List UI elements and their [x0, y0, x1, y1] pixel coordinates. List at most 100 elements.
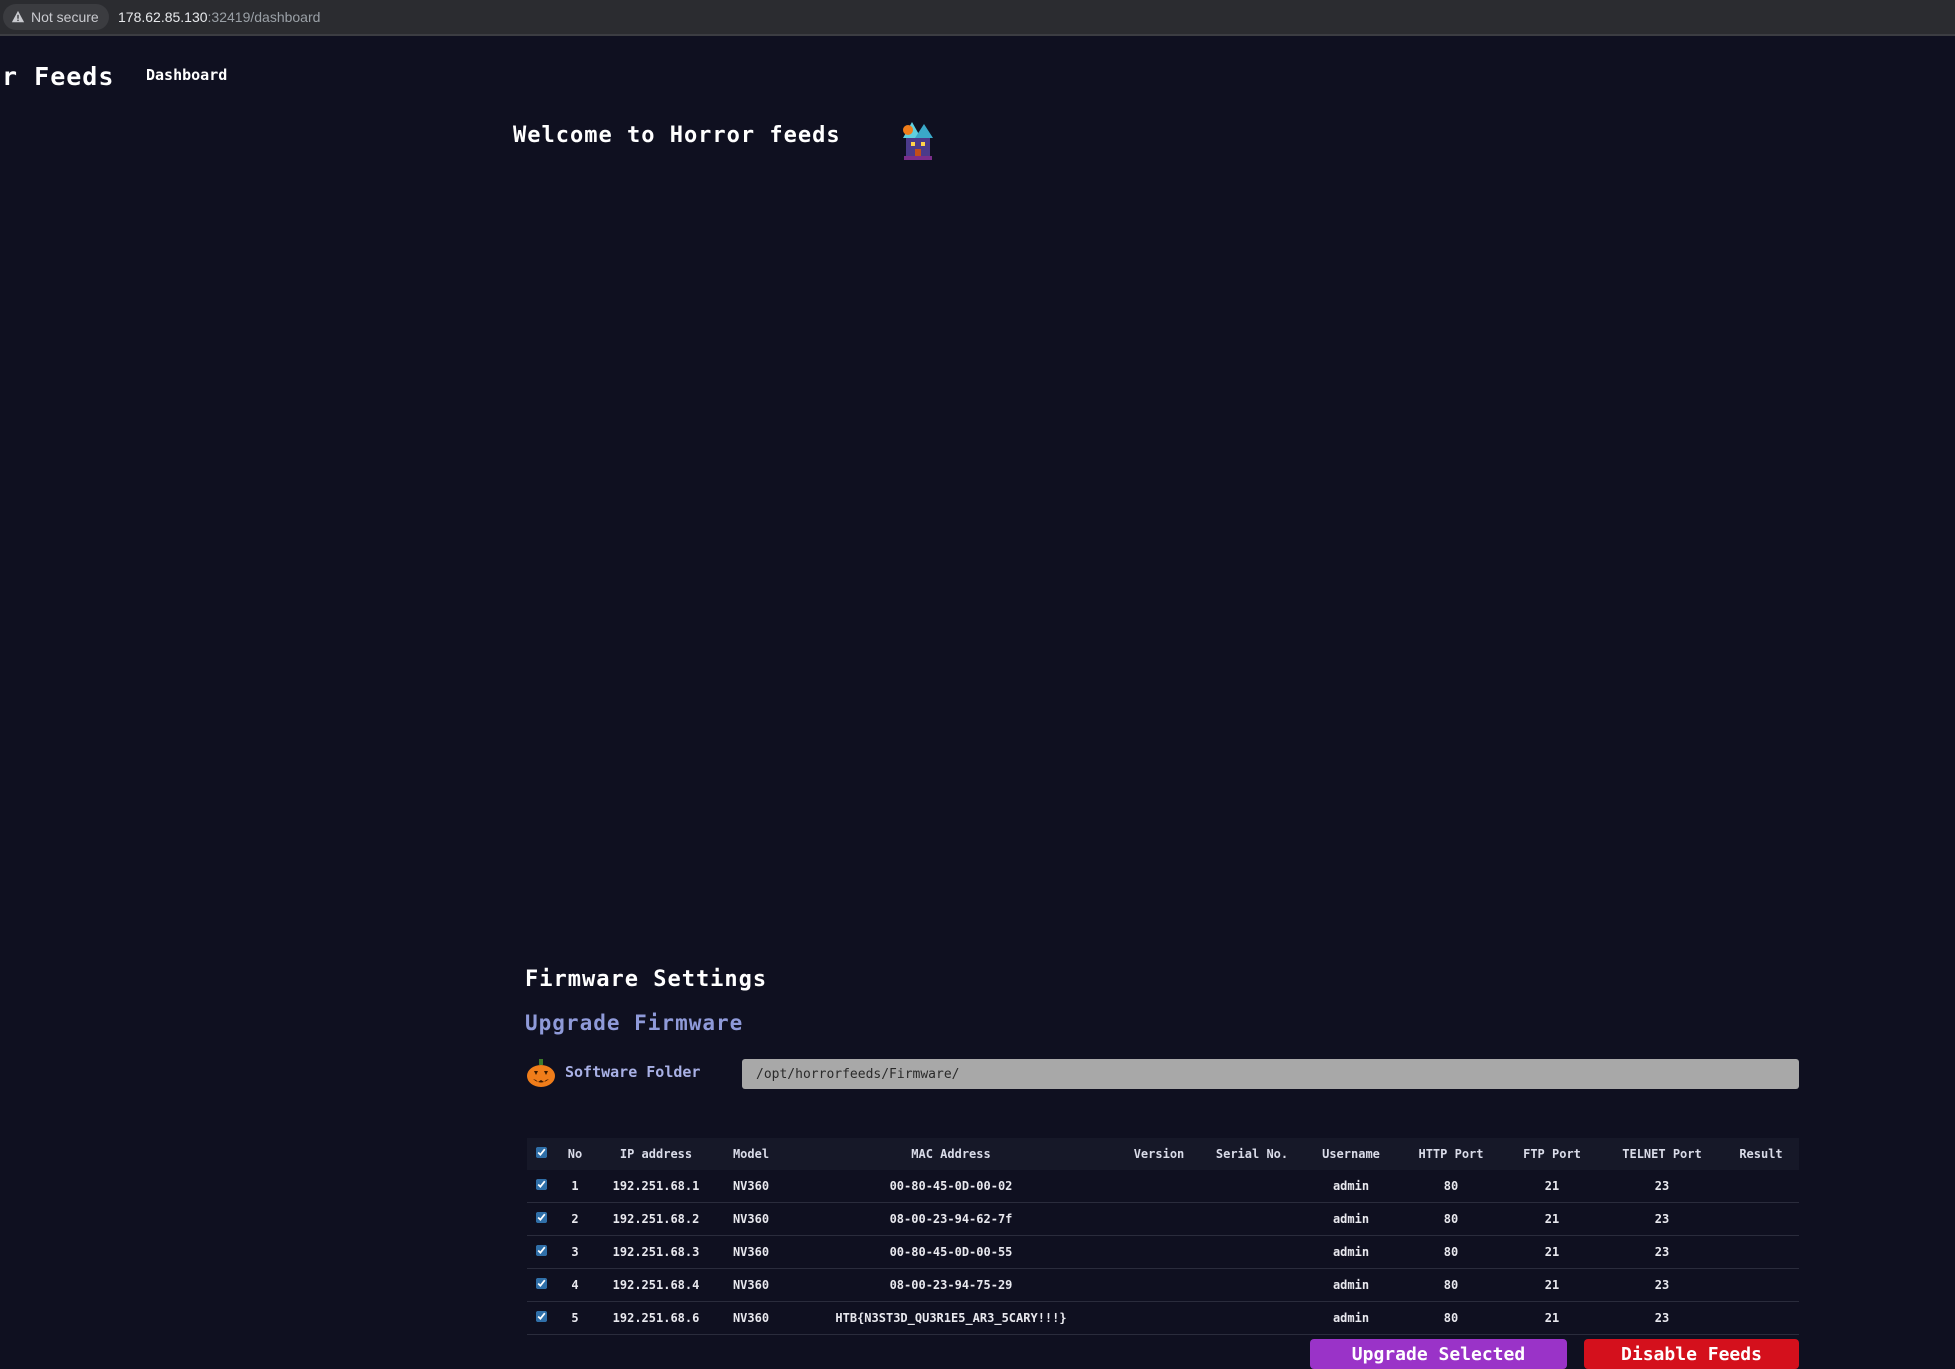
- cell-serial: [1201, 1268, 1303, 1302]
- row-select-cell: [527, 1268, 555, 1302]
- cell-ip: 192.251.68.1: [595, 1170, 717, 1203]
- cell-ftp-port: 21: [1503, 1268, 1601, 1302]
- header-username: Username: [1303, 1138, 1399, 1170]
- cell-username: admin: [1303, 1202, 1399, 1236]
- url-field[interactable]: 178.62.85.130:32419/dashboard: [118, 9, 320, 25]
- cell-serial: [1201, 1235, 1303, 1269]
- row-checkbox[interactable]: [535, 1245, 547, 1256]
- cell-telnet-port: 23: [1601, 1301, 1723, 1335]
- cell-mac: 08-00-23-94-75-29: [785, 1268, 1117, 1302]
- cell-model: NV360: [717, 1235, 785, 1269]
- cell-ip: 192.251.68.6: [595, 1301, 717, 1335]
- cell-model: NV360: [717, 1268, 785, 1302]
- cell-result: [1723, 1301, 1799, 1335]
- cell-result: [1723, 1268, 1799, 1302]
- disable-feeds-button[interactable]: Disable Feeds: [1584, 1339, 1799, 1369]
- row-checkbox[interactable]: [535, 1278, 547, 1289]
- table-row: 5 192.251.68.6 NV360 HTB{N3ST3D_QU3R1E5_…: [527, 1301, 1799, 1335]
- url-path: :32419/dashboard: [207, 9, 321, 25]
- cell-result: [1723, 1170, 1799, 1203]
- cell-model: NV360: [717, 1202, 785, 1236]
- nav-dashboard-link[interactable]: Dashboard: [146, 66, 227, 84]
- select-all-cell: [527, 1138, 555, 1170]
- row-checkbox[interactable]: [535, 1212, 547, 1223]
- url-host: 178.62.85.130: [118, 9, 208, 25]
- cell-ip: 192.251.68.3: [595, 1235, 717, 1269]
- cell-telnet-port: 23: [1601, 1235, 1723, 1269]
- cell-mac: HTB{N3ST3D_QU3R1E5_AR3_5CARY!!!}: [785, 1301, 1117, 1335]
- row-select-cell: [527, 1202, 555, 1236]
- pumpkin-icon: [527, 1059, 555, 1087]
- site-brand[interactable]: or Feeds: [0, 62, 114, 91]
- table-row: 4 192.251.68.4 NV360 08-00-23-94-75-29 a…: [527, 1268, 1799, 1302]
- cell-http-port: 80: [1399, 1301, 1503, 1335]
- cell-ftp-port: 21: [1503, 1170, 1601, 1203]
- cell-version: [1117, 1170, 1201, 1203]
- welcome-heading: Welcome to Horror feeds: [513, 123, 841, 148]
- haunted-house-icon: [903, 122, 933, 160]
- header-version: Version: [1117, 1138, 1201, 1170]
- cell-telnet-port: 23: [1601, 1202, 1723, 1236]
- cell-model: NV360: [717, 1170, 785, 1203]
- row-checkbox[interactable]: [535, 1179, 547, 1190]
- cell-username: admin: [1303, 1301, 1399, 1335]
- cell-version: [1117, 1301, 1201, 1335]
- cell-version: [1117, 1202, 1201, 1236]
- cell-ip: 192.251.68.4: [595, 1268, 717, 1302]
- upgrade-selected-button[interactable]: Upgrade Selected: [1310, 1339, 1567, 1369]
- cell-mac: 00-80-45-0D-00-55: [785, 1235, 1117, 1269]
- cell-result: [1723, 1235, 1799, 1269]
- cell-http-port: 80: [1399, 1170, 1503, 1203]
- cell-username: admin: [1303, 1170, 1399, 1203]
- cell-http-port: 80: [1399, 1235, 1503, 1269]
- cell-mac: 08-00-23-94-62-7f: [785, 1202, 1117, 1236]
- cell-ftp-port: 21: [1503, 1202, 1601, 1236]
- cell-version: [1117, 1268, 1201, 1302]
- header-http-port: HTTP Port: [1399, 1138, 1503, 1170]
- header-telnet-port: TELNET Port: [1601, 1138, 1723, 1170]
- cell-telnet-port: 23: [1601, 1268, 1723, 1302]
- cell-result: [1723, 1202, 1799, 1236]
- feeds-table: No IP address Model MAC Address Version …: [527, 1138, 1799, 1335]
- header-no: No: [555, 1138, 595, 1170]
- header-ftp-port: FTP Port: [1503, 1138, 1601, 1170]
- software-folder-input[interactable]: [742, 1059, 1799, 1089]
- cell-no: 1: [555, 1170, 595, 1203]
- header-serial: Serial No.: [1201, 1138, 1303, 1170]
- upgrade-firmware-heading: Upgrade Firmware: [525, 1011, 744, 1035]
- browser-address-bar: Not secure 178.62.85.130:32419/dashboard: [0, 0, 1955, 36]
- cell-model: NV360: [717, 1301, 785, 1335]
- header-ip: IP address: [595, 1138, 717, 1170]
- cell-no: 3: [555, 1235, 595, 1269]
- cell-version: [1117, 1235, 1201, 1269]
- select-all-checkbox[interactable]: [535, 1147, 547, 1158]
- table-row: 3 192.251.68.3 NV360 00-80-45-0D-00-55 a…: [527, 1235, 1799, 1269]
- security-label: Not secure: [31, 9, 99, 25]
- row-checkbox[interactable]: [535, 1311, 547, 1322]
- table-row: 2 192.251.68.2 NV360 08-00-23-94-62-7f a…: [527, 1202, 1799, 1236]
- header-model: Model: [717, 1138, 785, 1170]
- header-mac: MAC Address: [785, 1138, 1117, 1170]
- cell-no: 2: [555, 1202, 595, 1236]
- cell-ftp-port: 21: [1503, 1235, 1601, 1269]
- security-indicator[interactable]: Not secure: [3, 4, 109, 30]
- cell-http-port: 80: [1399, 1202, 1503, 1236]
- cell-no: 4: [555, 1268, 595, 1302]
- row-select-cell: [527, 1170, 555, 1203]
- cell-ip: 192.251.68.2: [595, 1202, 717, 1236]
- firmware-settings-title: Firmware Settings: [525, 967, 768, 992]
- cell-http-port: 80: [1399, 1268, 1503, 1302]
- cell-serial: [1201, 1202, 1303, 1236]
- header-result: Result: [1723, 1138, 1799, 1170]
- cell-serial: [1201, 1170, 1303, 1203]
- table-header-row: No IP address Model MAC Address Version …: [527, 1138, 1799, 1170]
- table-row: 1 192.251.68.1 NV360 00-80-45-0D-00-02 a…: [527, 1170, 1799, 1203]
- cell-username: admin: [1303, 1268, 1399, 1302]
- row-select-cell: [527, 1235, 555, 1269]
- cell-no: 5: [555, 1301, 595, 1335]
- software-folder-label: Software Folder: [565, 1063, 701, 1081]
- cell-telnet-port: 23: [1601, 1170, 1723, 1203]
- warning-icon: [11, 10, 25, 23]
- cell-ftp-port: 21: [1503, 1301, 1601, 1335]
- cell-username: admin: [1303, 1235, 1399, 1269]
